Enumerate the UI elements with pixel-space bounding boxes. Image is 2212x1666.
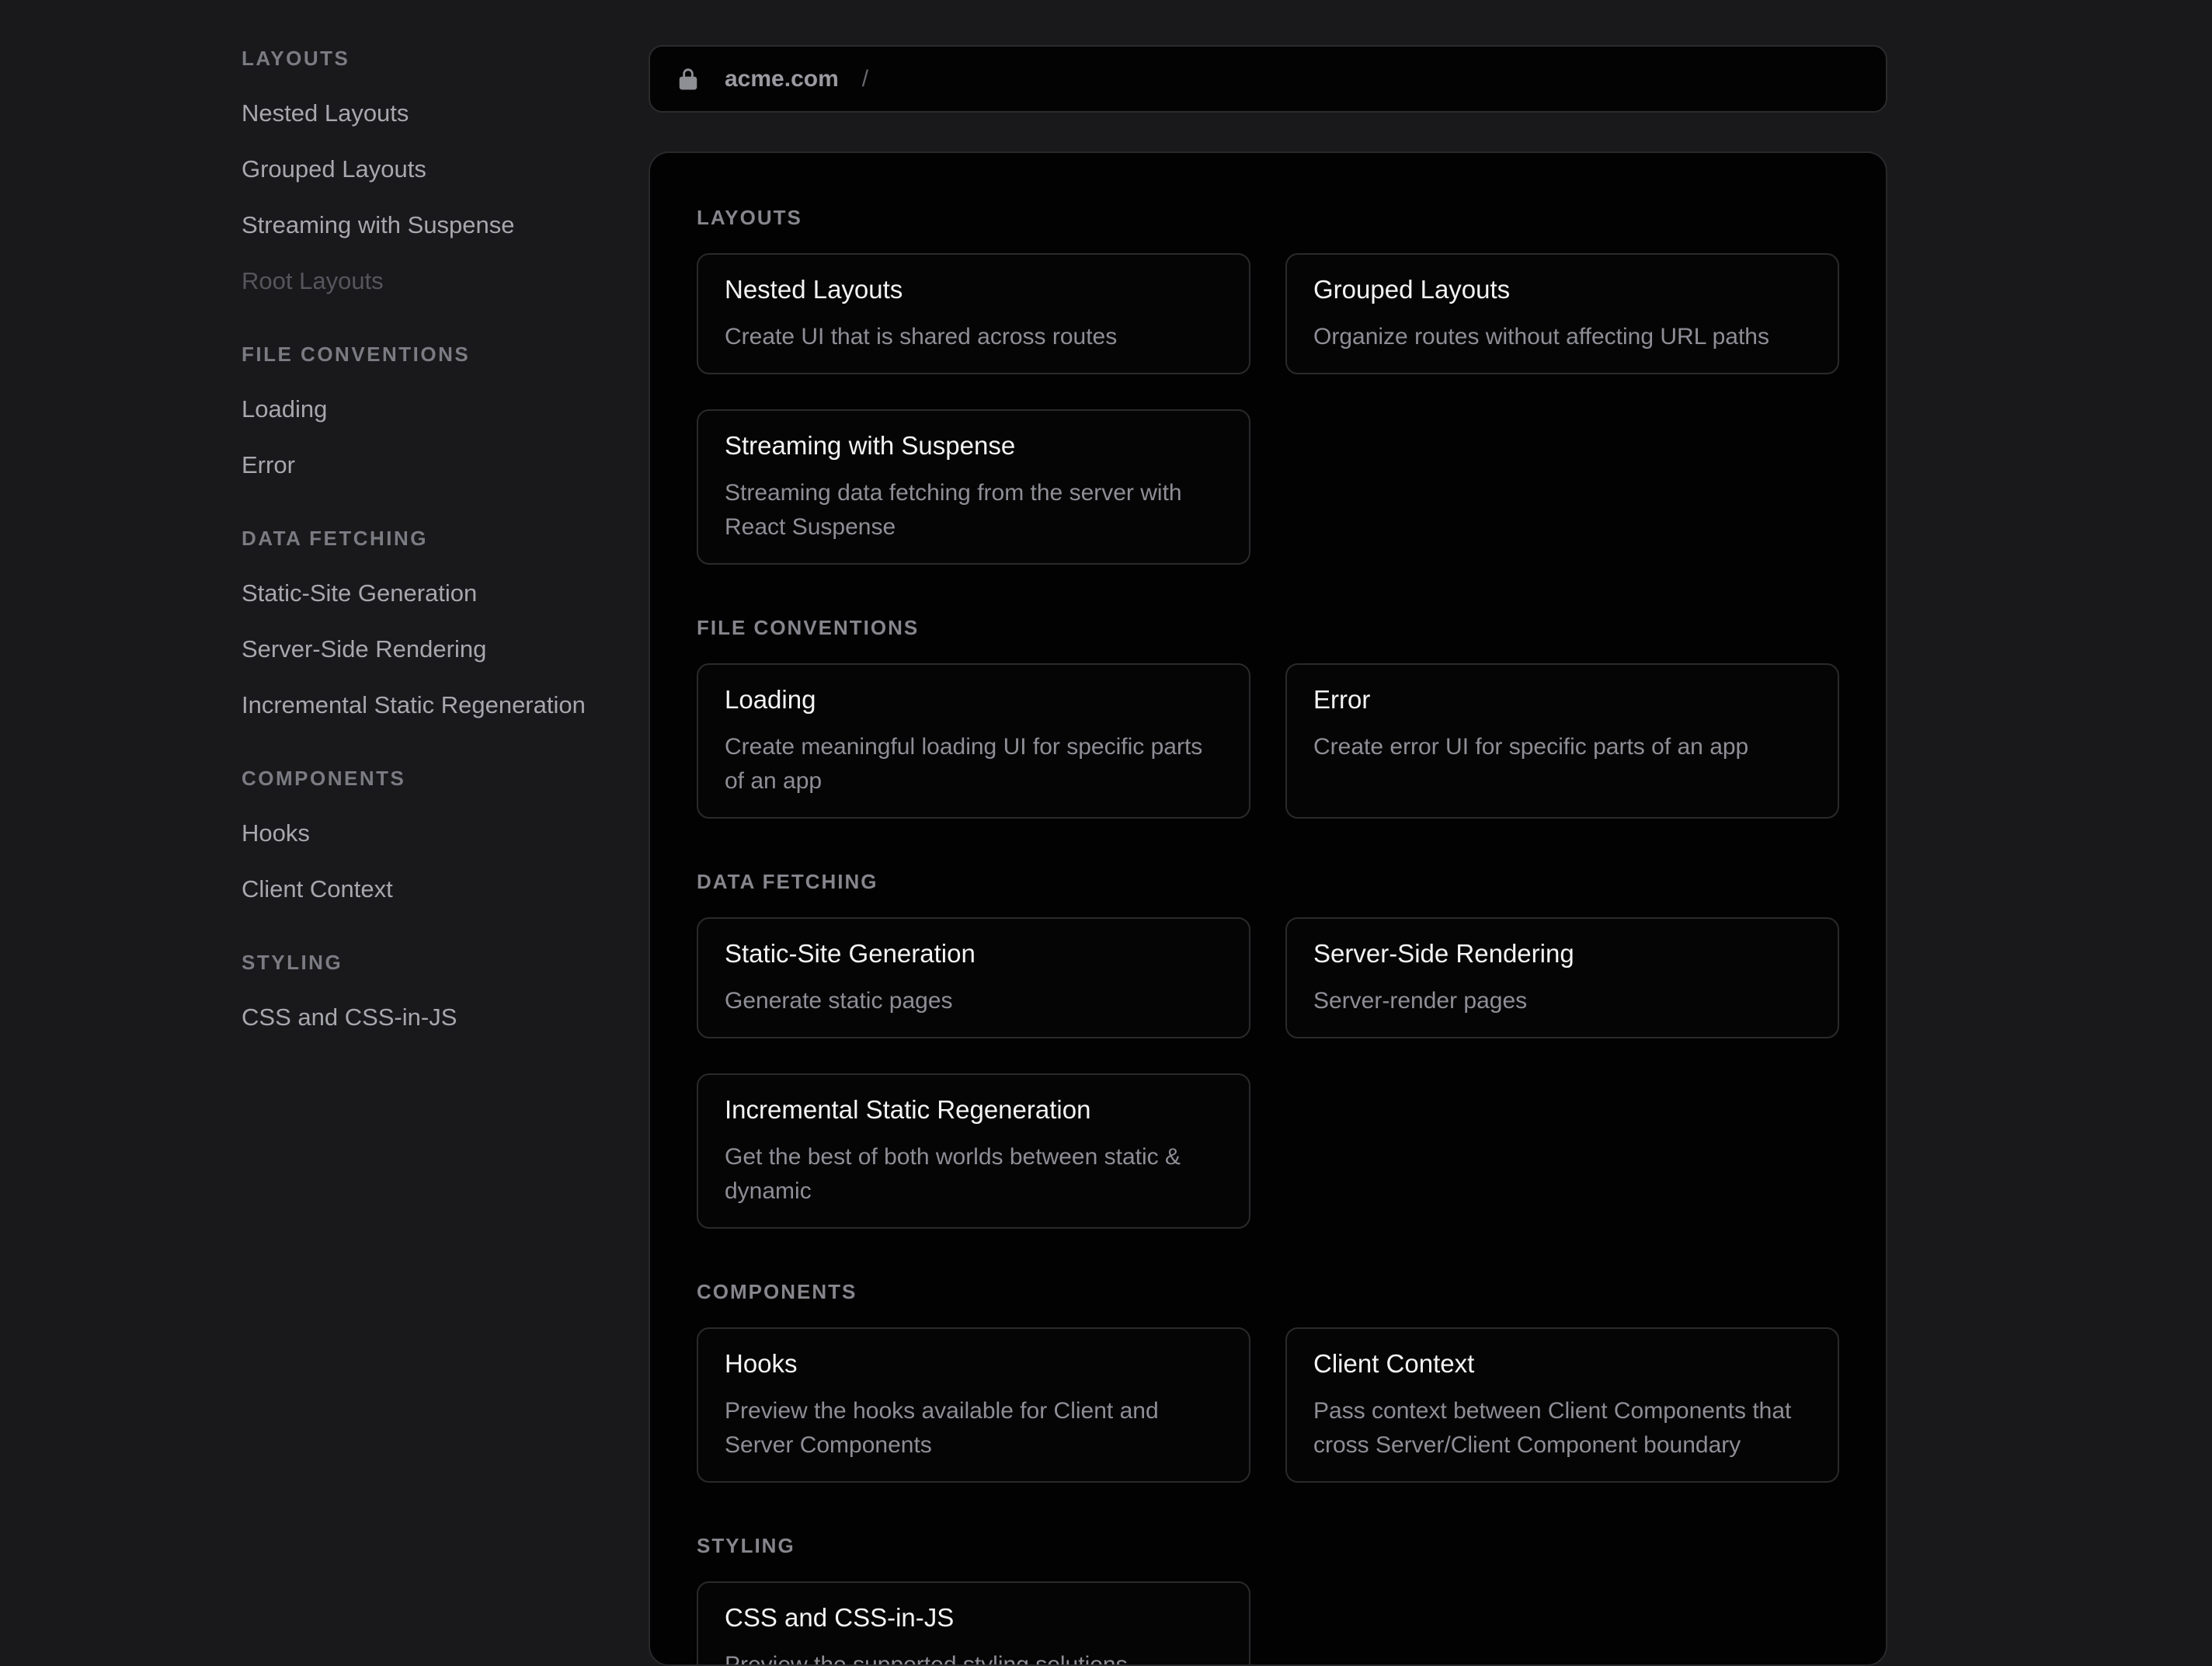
card-description: Create meaningful loading UI for specifi… xyxy=(725,730,1223,798)
sidebar-section-items: Static-Site Generation Server-Side Render… xyxy=(242,581,630,749)
card-title: Hooks xyxy=(725,1349,1223,1379)
sidebar-item-static-site-generation[interactable]: Static-Site Generation xyxy=(242,581,477,606)
card-description: Preview the hooks available for Client a… xyxy=(725,1394,1223,1463)
card-nested-layouts[interactable]: Nested Layouts Create UI that is shared … xyxy=(697,253,1250,374)
sidebar-item-grouped-layouts[interactable]: Grouped Layouts xyxy=(242,157,426,182)
card-description: Create UI that is shared across routes xyxy=(725,320,1223,354)
card-title: Error xyxy=(1313,685,1811,715)
sidebar-section: DATA FETCHING Static-Site Generation Serv… xyxy=(242,527,630,749)
card-description: Generate static pages xyxy=(725,984,1223,1018)
address-bar: acme.com / xyxy=(649,45,1887,113)
card-title: CSS and CSS-in-JS xyxy=(725,1603,1223,1633)
address-path: / xyxy=(862,66,868,92)
sidebar-item-client-context[interactable]: Client Context xyxy=(242,877,393,902)
sidebar-section-items: CSS and CSS-in-JS xyxy=(242,1005,630,1061)
card-loading[interactable]: Loading Create meaningful loading UI for… xyxy=(697,663,1250,819)
sidebar-item-nested-layouts[interactable]: Nested Layouts xyxy=(242,101,409,126)
panel-section-heading: STYLING xyxy=(697,1534,1839,1558)
card-css-and-css-in-js[interactable]: CSS and CSS-in-JS Preview the supported … xyxy=(697,1581,1250,1666)
sidebar-item-server-side-rendering[interactable]: Server-Side Rendering xyxy=(242,637,486,662)
sidebar-section: FILE CONVENTIONS Loading Error xyxy=(242,343,630,509)
sidebar-item-loading[interactable]: Loading xyxy=(242,397,327,422)
sidebar-item-root-layouts: Root Layouts xyxy=(242,269,384,294)
panel-section: STYLING CSS and CSS-in-JS Preview the su… xyxy=(697,1534,1839,1666)
card-title: Static-Site Generation xyxy=(725,939,1223,969)
main-column: acme.com / LAYOUTS Nested Layouts Create… xyxy=(649,45,1887,1666)
sidebar-section-heading: LAYOUTS xyxy=(242,47,630,71)
card-grid: Static-Site Generation Generate static p… xyxy=(697,917,1839,1229)
sidebar-section-items: Loading Error xyxy=(242,397,630,509)
card-grid: CSS and CSS-in-JS Preview the supported … xyxy=(697,1581,1839,1666)
card-description: Preview the supported styling solutions xyxy=(725,1648,1223,1666)
card-grouped-layouts[interactable]: Grouped Layouts Organize routes without … xyxy=(1285,253,1839,374)
card-title: Loading xyxy=(725,685,1223,715)
sidebar-section: LAYOUTS Nested Layouts Grouped Layouts Str… xyxy=(242,47,630,325)
card-description: Organize routes without affecting URL pa… xyxy=(1313,320,1811,354)
card-streaming-with-suspense[interactable]: Streaming with Suspense Streaming data f… xyxy=(697,409,1250,565)
content-panel: LAYOUTS Nested Layouts Create UI that is… xyxy=(649,151,1887,1666)
card-title: Incremental Static Regeneration xyxy=(725,1095,1223,1125)
card-static-site-generation[interactable]: Static-Site Generation Generate static p… xyxy=(697,917,1250,1038)
card-hooks[interactable]: Hooks Preview the hooks available for Cl… xyxy=(697,1327,1250,1483)
card-server-side-rendering[interactable]: Server-Side Rendering Server-render page… xyxy=(1285,917,1839,1038)
panel-section-heading: LAYOUTS xyxy=(697,206,1839,230)
sidebar-section: COMPONENTS Hooks Client Context xyxy=(242,767,630,933)
sidebar-item-error[interactable]: Error xyxy=(242,453,295,478)
card-title: Server-Side Rendering xyxy=(1313,939,1811,969)
panel-section: FILE CONVENTIONS Loading Create meaningf… xyxy=(697,616,1839,819)
sidebar-section: STYLING CSS and CSS-in-JS xyxy=(242,951,630,1061)
lock-icon xyxy=(678,68,698,91)
card-client-context[interactable]: Client Context Pass context between Clie… xyxy=(1285,1327,1839,1483)
panel-section: COMPONENTS Hooks Preview the hooks avail… xyxy=(697,1280,1839,1483)
sidebar-section-items: Nested Layouts Grouped Layouts Streaming w… xyxy=(242,101,630,325)
sidebar-item-css-and-css-in-js[interactable]: CSS and CSS-in-JS xyxy=(242,1005,457,1030)
card-grid: Hooks Preview the hooks available for Cl… xyxy=(697,1327,1839,1483)
sidebar-section-items: Hooks Client Context xyxy=(242,821,630,933)
panel-section-heading: FILE CONVENTIONS xyxy=(697,616,1839,640)
card-description: Create error UI for specific parts of an… xyxy=(1313,730,1811,764)
panel-section: DATA FETCHING Static-Site Generation Gen… xyxy=(697,870,1839,1229)
card-description: Get the best of both worlds between stat… xyxy=(725,1140,1223,1209)
card-grid: Nested Layouts Create UI that is shared … xyxy=(697,253,1839,565)
sidebar: LAYOUTS Nested Layouts Grouped Layouts Str… xyxy=(242,47,630,1061)
sidebar-section-heading: STYLING xyxy=(242,951,630,975)
card-error[interactable]: Error Create error UI for specific parts… xyxy=(1285,663,1839,819)
sidebar-section-heading: FILE CONVENTIONS xyxy=(242,343,630,367)
sidebar-section-heading: COMPONENTS xyxy=(242,767,630,791)
card-description: Pass context between Client Components t… xyxy=(1313,1394,1811,1463)
address-domain: acme.com xyxy=(725,66,839,92)
card-title: Grouped Layouts xyxy=(1313,275,1811,304)
card-title: Streaming with Suspense xyxy=(725,431,1223,461)
card-description: Server-render pages xyxy=(1313,984,1811,1018)
sidebar-item-hooks[interactable]: Hooks xyxy=(242,821,310,846)
sidebar-item-incremental-static-regeneration[interactable]: Incremental Static Regeneration xyxy=(242,693,586,718)
card-title: Nested Layouts xyxy=(725,275,1223,304)
card-description: Streaming data fetching from the server … xyxy=(725,476,1223,544)
panel-section-heading: DATA FETCHING xyxy=(697,870,1839,894)
card-grid: Loading Create meaningful loading UI for… xyxy=(697,663,1839,819)
sidebar-item-streaming-with-suspense[interactable]: Streaming with Suspense xyxy=(242,213,515,238)
panel-section: LAYOUTS Nested Layouts Create UI that is… xyxy=(697,206,1839,565)
sidebar-section-heading: DATA FETCHING xyxy=(242,527,630,551)
card-title: Client Context xyxy=(1313,1349,1811,1379)
card-incremental-static-regeneration[interactable]: Incremental Static Regeneration Get the … xyxy=(697,1073,1250,1229)
panel-section-heading: COMPONENTS xyxy=(697,1280,1839,1304)
